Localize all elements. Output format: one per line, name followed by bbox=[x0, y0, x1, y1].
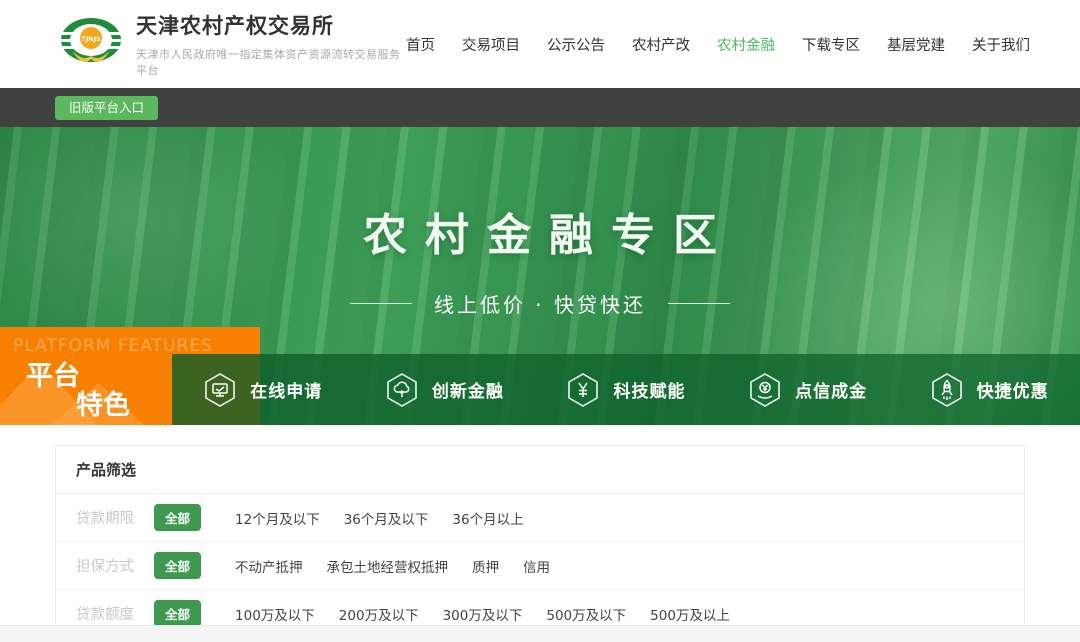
feature-label: 科技赋能 bbox=[613, 377, 685, 402]
filter-row-guarantee-type: 担保方式 全部 不动产抵押 承包土地经营权抵押 质押 信用 bbox=[56, 542, 1024, 590]
nav-item-announcements[interactable]: 公示公告 bbox=[547, 34, 605, 55]
feature-label: 点信成金 bbox=[795, 377, 867, 402]
filter-option[interactable]: 36个月及以下 bbox=[344, 508, 429, 528]
platform-features-eyebrow: PLATFORM FEATURES bbox=[13, 336, 213, 356]
utility-bar: 旧版平台入口 bbox=[0, 88, 1080, 127]
brand-subtitle: 天津市人民政府唯一指定集体资产资源流转交易服务平台 bbox=[136, 46, 406, 78]
filter-row-loan-term: 贷款期限 全部 12个月及以下 36个月及以下 36个月以上 bbox=[56, 494, 1024, 542]
filter-all-badge[interactable]: 全部 bbox=[154, 504, 201, 531]
nav-item-party-building[interactable]: 基层党建 bbox=[887, 34, 945, 55]
filter-option[interactable]: 信用 bbox=[523, 556, 550, 576]
feature-label: 快捷优惠 bbox=[977, 377, 1049, 402]
nav-item-rural-reform[interactable]: 农村产改 bbox=[632, 34, 690, 55]
feature-item-tech-empowerment[interactable]: 科技赋能 bbox=[535, 354, 717, 425]
cloud-hex-icon bbox=[385, 372, 419, 408]
filter-option[interactable]: 不动产抵押 bbox=[235, 556, 303, 576]
filter-all-badge[interactable]: 全部 bbox=[154, 552, 201, 579]
feature-item-quick-discount[interactable]: 快捷优惠 bbox=[898, 354, 1080, 425]
footer-strip bbox=[0, 625, 1080, 642]
feature-item-innovative-finance[interactable]: 创新金融 bbox=[354, 354, 536, 425]
filter-option[interactable]: 质押 bbox=[472, 556, 499, 576]
product-filter-card: 产品筛选 贷款期限 全部 12个月及以下 36个月及以下 36个月以上 担保方式… bbox=[55, 445, 1025, 638]
nav-item-projects[interactable]: 交易项目 bbox=[462, 34, 520, 55]
platform-features-title-1: 平台 bbox=[26, 354, 80, 393]
feature-menu: 在线申请 创新金融 科技赋能 bbox=[172, 354, 1080, 425]
nav-item-home[interactable]: 首页 bbox=[406, 34, 435, 55]
subtitle-left-rule bbox=[350, 303, 412, 304]
brand-logo-text: TJNJS bbox=[81, 35, 101, 43]
brand-logo-link[interactable]: TJNJS 天津农村产权交易所 天津市人民政府唯一指定集体资产资源流转交易服务平… bbox=[58, 10, 406, 78]
brand-title: 天津农村产权交易所 bbox=[136, 10, 406, 40]
hero-text-group: 农村金融专区 线上低价 · 快贷快还 bbox=[0, 199, 1080, 318]
filter-label: 贷款额度 bbox=[76, 603, 154, 624]
filter-option[interactable]: 36个月以上 bbox=[452, 508, 523, 528]
brand-text: 天津农村产权交易所 天津市人民政府唯一指定集体资产资源流转交易服务平台 bbox=[136, 10, 406, 78]
yen-hex-icon bbox=[566, 372, 600, 408]
feature-item-online-apply[interactable]: 在线申请 bbox=[172, 354, 354, 425]
old-platform-entry-button[interactable]: 旧版平台入口 bbox=[55, 96, 158, 120]
hero-title: 农村金融专区 bbox=[0, 199, 1080, 263]
rocket-hex-icon bbox=[930, 372, 964, 408]
filter-label: 担保方式 bbox=[76, 555, 154, 576]
filter-label: 贷款期限 bbox=[76, 507, 154, 528]
feature-item-credit-to-gold[interactable]: 点信成金 bbox=[717, 354, 899, 425]
filter-option[interactable]: 承包土地经营权抵押 bbox=[327, 556, 449, 576]
main-content: 产品筛选 贷款期限 全部 12个月及以下 36个月及以下 36个月以上 担保方式… bbox=[0, 425, 1080, 638]
filter-option[interactable]: 500万及以上 bbox=[650, 604, 730, 624]
platform-features-title-2: 特色 bbox=[76, 383, 130, 422]
filter-option[interactable]: 500万及以下 bbox=[546, 604, 626, 624]
filter-card-title: 产品筛选 bbox=[56, 446, 1024, 494]
filter-option[interactable]: 12个月及以下 bbox=[235, 508, 320, 528]
feature-label: 在线申请 bbox=[250, 377, 322, 402]
filter-all-badge[interactable]: 全部 bbox=[154, 600, 201, 627]
filter-option[interactable]: 300万及以下 bbox=[443, 604, 523, 624]
filter-option[interactable]: 100万及以下 bbox=[235, 604, 315, 624]
coin-hex-icon bbox=[748, 372, 782, 408]
nav-item-downloads[interactable]: 下载专区 bbox=[802, 34, 860, 55]
feature-label: 创新金融 bbox=[432, 377, 504, 402]
hero-subtitle-row: 线上低价 · 快贷快还 bbox=[0, 289, 1080, 318]
nav-item-about-us[interactable]: 关于我们 bbox=[972, 34, 1030, 55]
hero-subtitle: 线上低价 · 快贷快还 bbox=[434, 289, 646, 318]
hero-banner: 农村金融专区 线上低价 · 快贷快还 PLATFORM FEATURES 平台 … bbox=[0, 127, 1080, 425]
main-nav: 首页 交易项目 公示公告 农村产改 农村金融 下载专区 基层党建 关于我们 bbox=[406, 34, 1030, 55]
brand-logo-icon: TJNJS bbox=[58, 12, 124, 76]
filter-option[interactable]: 200万及以下 bbox=[339, 604, 419, 624]
site-header: TJNJS 天津农村产权交易所 天津市人民政府唯一指定集体资产资源流转交易服务平… bbox=[0, 0, 1080, 88]
nav-item-rural-finance[interactable]: 农村金融 bbox=[717, 34, 775, 55]
subtitle-right-rule bbox=[668, 303, 730, 304]
monitor-hex-icon bbox=[203, 372, 237, 408]
